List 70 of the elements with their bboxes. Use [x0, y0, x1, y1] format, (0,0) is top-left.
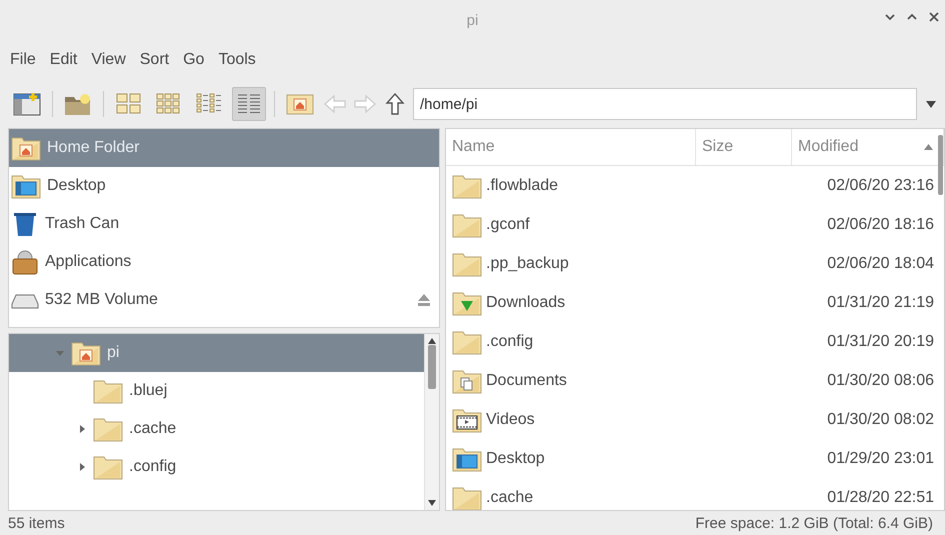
scroll-thumb[interactable]	[428, 345, 436, 389]
modified-date: 02/06/20 23:16	[827, 176, 934, 194]
sort-arrow-icon	[924, 144, 933, 150]
folder-icon	[93, 454, 123, 480]
menu-item[interactable]: Go	[183, 51, 204, 69]
place-item[interactable]: Trash Can	[9, 205, 439, 243]
file-name[interactable]: .cache	[486, 488, 534, 506]
modified-date: 01/31/20 20:19	[827, 332, 934, 350]
desktop-folder-icon	[11, 173, 41, 199]
place-item[interactable]: Applications	[9, 243, 439, 281]
videos-folder-icon	[452, 406, 482, 432]
eject-icon[interactable]	[417, 294, 431, 306]
up-arrow-icon[interactable]	[383, 92, 407, 116]
list-view-icon	[236, 93, 262, 115]
modified-date: 01/30/20 08:02	[827, 410, 934, 428]
folder-icon	[93, 378, 123, 404]
modified-date: 02/06/20 18:16	[827, 216, 934, 234]
file-name[interactable]: Documents	[486, 372, 567, 390]
folder-icon	[452, 484, 482, 510]
modified-date: 01/31/20 21:19	[827, 294, 934, 312]
path-field[interactable]: /home/pi	[413, 88, 917, 120]
folder-icon	[452, 328, 482, 354]
scroll-down-icon[interactable]	[428, 500, 436, 506]
modified-date: 02/06/20 18:04	[827, 254, 934, 272]
menu-item[interactable]: Tools	[218, 51, 256, 69]
folder-icon	[452, 212, 482, 238]
folder-icon	[452, 250, 482, 276]
menu-item[interactable]: Edit	[50, 51, 78, 69]
folder-icon	[452, 172, 482, 198]
downloads-folder-icon	[452, 290, 482, 316]
menu-item[interactable]: File	[10, 51, 36, 69]
thumbnail-view-icon	[156, 93, 182, 115]
free-space: Free space: 1.2 GiB (Total: 6.4 GiB)	[695, 514, 933, 532]
view-mode-button[interactable]	[232, 87, 266, 121]
modified-date: 01/28/20 22:51	[827, 488, 934, 506]
modified-date: 01/30/20 08:06	[827, 372, 934, 390]
tree-item[interactable]: .cache	[9, 410, 424, 448]
tree-item[interactable]: .bluej	[9, 372, 424, 410]
tree-item[interactable]: .config	[9, 448, 424, 486]
modified-date: 01/29/20 23:01	[827, 450, 934, 468]
maximize-icon[interactable]	[907, 12, 917, 22]
menu-item[interactable]: Sort	[140, 51, 170, 69]
file-name[interactable]: .flowblade	[486, 176, 558, 194]
window-title: pi	[466, 12, 478, 28]
item-count: 55 items	[8, 514, 65, 532]
toolbox-icon	[11, 249, 39, 275]
icon-view-icon	[116, 93, 142, 115]
scrollbar[interactable]	[424, 334, 439, 510]
menu-item[interactable]: View	[91, 51, 126, 69]
expander-icon[interactable]	[77, 424, 87, 434]
documents-folder-icon	[452, 368, 482, 394]
file-name[interactable]: Desktop	[486, 450, 545, 468]
expander-icon[interactable]	[77, 462, 87, 472]
folder-icon	[93, 416, 123, 442]
file-name[interactable]: .pp_backup	[486, 254, 569, 272]
home-folder-icon	[71, 340, 101, 366]
dropdown-caret-icon[interactable]	[926, 100, 936, 108]
home-folder-icon	[11, 135, 41, 161]
compact-view-icon	[196, 93, 222, 115]
place-item[interactable]: 532 MB Volume	[9, 281, 439, 319]
file-name[interactable]: Downloads	[486, 294, 566, 312]
file-name[interactable]: .config	[486, 332, 534, 350]
scrollbar[interactable]	[938, 135, 943, 195]
minimize-icon[interactable]	[885, 12, 895, 22]
file-name[interactable]: Videos	[486, 410, 535, 428]
file-name[interactable]: .gconf	[486, 216, 530, 234]
close-icon[interactable]	[929, 12, 939, 22]
place-item[interactable]: Desktop	[9, 167, 439, 205]
desktop-folder-icon	[452, 446, 482, 472]
trash-icon	[11, 211, 39, 237]
